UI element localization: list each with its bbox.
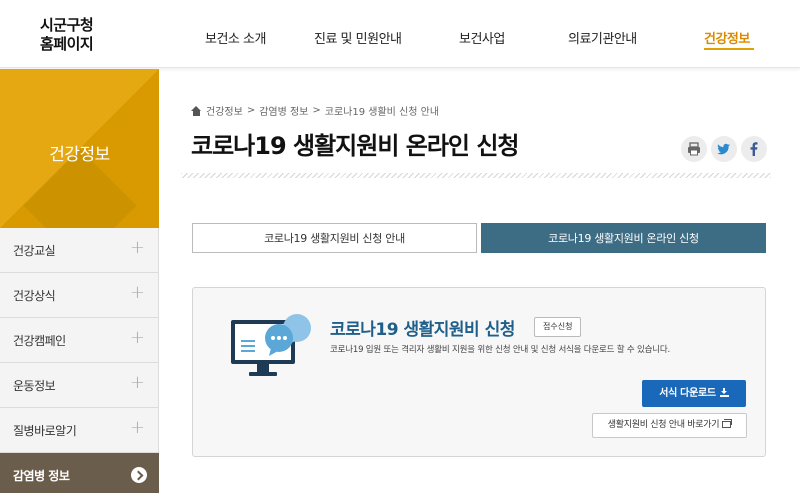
tab-application-guide[interactable]: 코로나19 생활지원비 신청 안내 bbox=[192, 223, 477, 253]
print-icon bbox=[688, 142, 700, 156]
new-window-icon bbox=[722, 419, 733, 428]
nav-active-underline bbox=[704, 48, 754, 50]
status-badge: 접수신청 bbox=[534, 317, 582, 337]
sidebar-item-label: 질병바로알기 bbox=[13, 424, 77, 438]
facebook-share-button[interactable] bbox=[741, 136, 767, 162]
plus-icon: + bbox=[129, 417, 145, 438]
breadcrumb-item[interactable]: 건강정보 bbox=[206, 103, 243, 118]
logo-line-1: 시군구청 bbox=[40, 16, 94, 34]
download-form-button[interactable]: 서식 다운로드 bbox=[642, 380, 746, 407]
sidebar-item-disease-info[interactable]: 질병바로알기 + bbox=[0, 408, 159, 453]
card-description: 코로나19 입원 또는 격리자 생활비 지원을 위한 신청 안내 및 신청 서식… bbox=[330, 345, 671, 355]
sidebar-item-health-knowledge[interactable]: 건강상식 + bbox=[0, 273, 159, 318]
tab-online-application[interactable]: 코로나19 생활지원비 온라인 신청 bbox=[481, 223, 766, 253]
page-title: 코로나19 생활지원비 온라인 신청 bbox=[191, 132, 520, 160]
breadcrumb-separator: > bbox=[246, 105, 256, 116]
plus-icon: + bbox=[129, 282, 145, 303]
breadcrumb-item[interactable]: 감염병 정보 bbox=[259, 103, 308, 118]
sidebar-item-infectious-disease[interactable]: 감염병 정보 bbox=[0, 453, 159, 493]
nav-item-about[interactable]: 보건소 소개 bbox=[205, 28, 266, 47]
card-title: 코로나19 생활지원비 신청 bbox=[330, 320, 515, 340]
breadcrumb: 건강정보 > 감염병 정보 > 코로나19 생활비 신청 안내 bbox=[191, 103, 439, 118]
plus-icon: + bbox=[129, 327, 145, 348]
sidebar-item-label: 건강상식 bbox=[13, 289, 56, 303]
guide-link-button[interactable]: 생활지원비 신청 안내 바로가기 bbox=[592, 413, 747, 438]
sidebar-item-label: 건강캠페인 bbox=[13, 334, 66, 348]
twitter-icon bbox=[717, 143, 730, 155]
plus-icon: + bbox=[129, 372, 145, 393]
download-icon bbox=[719, 388, 729, 397]
chevron-right-icon bbox=[131, 467, 147, 483]
print-button[interactable] bbox=[681, 136, 707, 162]
sidebar-item-exercise-info[interactable]: 운동정보 + bbox=[0, 363, 159, 408]
nav-item-health-info[interactable]: 건강정보 bbox=[704, 28, 750, 47]
download-button-label: 서식 다운로드 bbox=[659, 388, 716, 399]
sidebar-menu: 건강교실 + 건강상식 + 건강캠페인 + 운동정보 + 질병바로알기 + 감염… bbox=[0, 228, 159, 493]
site-logo[interactable]: 시군구청 홈페이지 bbox=[40, 16, 120, 54]
sidebar-item-label: 감염병 정보 bbox=[13, 469, 70, 483]
site-header: 시군구청 홈페이지 보건소 소개 진료 및 민원안내 보건사업 의료기관안내 건… bbox=[0, 0, 800, 68]
sidebar-title: 건강정보 bbox=[49, 145, 110, 165]
title-divider bbox=[181, 173, 771, 178]
breadcrumb-item-current: 코로나19 생활비 신청 안내 bbox=[324, 107, 440, 118]
sidebar-item-health-class[interactable]: 건강교실 + bbox=[0, 228, 159, 273]
sidebar-item-label: 운동정보 bbox=[13, 379, 56, 393]
logo-line-2: 홈페이지 bbox=[40, 35, 94, 53]
sidebar-item-health-campaign[interactable]: 건강캠페인 + bbox=[0, 318, 159, 363]
facebook-icon bbox=[750, 142, 758, 156]
plus-icon: + bbox=[129, 237, 145, 258]
monitor-chat-icon bbox=[231, 314, 311, 376]
nav-item-health-programs[interactable]: 보건사업 bbox=[459, 28, 505, 47]
breadcrumb-separator: > bbox=[312, 105, 321, 116]
sidebar-item-label: 건강교실 bbox=[13, 244, 56, 258]
guide-button-label: 생활지원비 신청 안내 바로가기 bbox=[607, 420, 720, 430]
application-card: 코로나19 생활지원비 신청 접수신청 코로나19 입원 또는 격리자 생활비 … bbox=[192, 287, 766, 457]
nav-item-medical-institutions[interactable]: 의료기관안내 bbox=[568, 28, 637, 47]
nav-item-services[interactable]: 진료 및 민원안내 bbox=[314, 28, 402, 47]
twitter-share-button[interactable] bbox=[711, 136, 737, 162]
home-icon[interactable] bbox=[191, 105, 202, 116]
